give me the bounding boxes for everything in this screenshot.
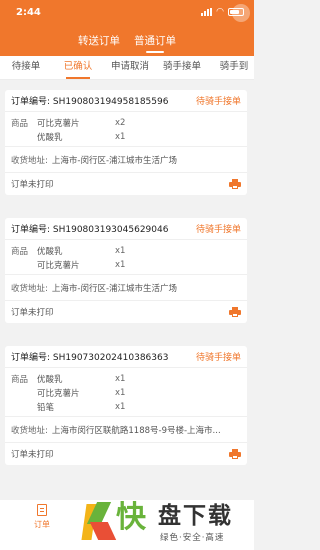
watermark-k-icon: [81, 502, 118, 542]
address-label: 收货地址:: [11, 155, 48, 166]
delivery-address: 收货地址: 上海市闵行区联航路1188号-9号楼-上海市...: [5, 417, 247, 443]
print-status: 订单未打印: [11, 308, 54, 318]
address-value: 上海市闵行区联航路1188号-9号楼-上海市...: [51, 425, 221, 436]
goods-qty: x1: [115, 132, 126, 142]
status-tabs: 待接单 已确认 申请取消 骑手接单 骑手到: [0, 56, 254, 80]
tab-pending[interactable]: 待接单: [0, 56, 52, 79]
goods-row: 商品 可比克薯片 x2: [11, 116, 241, 130]
watermark-slogan: 绿色·安全·高速: [160, 533, 225, 543]
watermark-brand: 盘下载: [158, 503, 233, 529]
mode-tabs: 转送订单 普通订单: [0, 33, 254, 53]
order-header: 订单编号: SH190803193045629046 待骑手接单: [5, 218, 247, 240]
goods-name: 可比克薯片: [37, 261, 80, 271]
tab-confirmed[interactable]: 已确认: [52, 56, 104, 79]
order-status: 待骑手接单: [195, 353, 241, 363]
order-number: 订单编号: SH190803193045629046: [11, 225, 169, 235]
nav-orders[interactable]: 订单: [30, 504, 54, 530]
goods-qty: x1: [115, 388, 126, 398]
order-card[interactable]: 订单编号: SH190803193045629046 待骑手接单 商品 优酸乳 …: [5, 218, 247, 323]
signal-icon: [201, 8, 213, 16]
order-footer: 订单未打印: [5, 301, 247, 323]
goods-row: 铅笔 x1: [11, 400, 241, 414]
watermark-kuai: 快: [116, 500, 146, 535]
watermark-logo: 快 盘下载 绿色·安全·高速: [81, 500, 252, 546]
print-status: 订单未打印: [11, 180, 54, 190]
status-bar: 2:44 ◠: [0, 0, 254, 28]
goods-row: 商品 优酸乳 x1: [11, 244, 241, 258]
goods-name: 优酸乳: [37, 375, 63, 385]
printer-icon[interactable]: [229, 449, 241, 459]
order-card[interactable]: 订单编号: SH190730202410386363 待骑手接单 商品 优酸乳 …: [5, 346, 247, 465]
goods-label: 商品: [11, 247, 29, 257]
assistive-touch-icon[interactable]: [232, 4, 250, 22]
goods-qty: x1: [115, 402, 126, 412]
goods-qty: x1: [115, 374, 126, 384]
order-header: 订单编号: SH190803194958185596 待骑手接单: [5, 90, 247, 112]
goods-row: 优酸乳 x1: [11, 130, 241, 144]
status-time: 2:44: [16, 7, 41, 18]
printer-icon[interactable]: [229, 307, 241, 317]
order-status: 待骑手接单: [195, 225, 241, 235]
goods-label: 商品: [11, 119, 29, 129]
goods-list: 商品 优酸乳 x1 可比克薯片 x1: [5, 240, 247, 275]
order-header: 订单编号: SH190730202410386363 待骑手接单: [5, 346, 247, 368]
goods-qty: x2: [115, 118, 126, 128]
order-footer: 订单未打印: [5, 173, 247, 195]
address-label: 收货地址:: [11, 425, 48, 436]
print-status: 订单未打印: [11, 450, 54, 460]
goods-row: 可比克薯片 x1: [11, 258, 241, 272]
goods-name: 优酸乳: [37, 133, 63, 143]
goods-qty: x1: [115, 246, 126, 256]
goods-name: 优酸乳: [37, 247, 63, 257]
goods-list: 商品 优酸乳 x1 可比克薯片 x1 铅笔 x1: [5, 368, 247, 417]
order-number: 订单编号: SH190803194958185596: [11, 97, 169, 107]
delivery-address: 收货地址: 上海市-闵行区-浦江城市生活广场: [5, 147, 247, 173]
order-doc-icon: [37, 504, 47, 516]
header: 2:44 ◠ 转送订单 普通订单: [0, 0, 254, 56]
goods-label: 商品: [11, 375, 29, 385]
tab-rider-arrived[interactable]: 骑手到: [208, 56, 254, 79]
printer-icon[interactable]: [229, 179, 241, 189]
order-card[interactable]: 订单编号: SH190803194958185596 待骑手接单 商品 可比克薯…: [5, 90, 247, 195]
goods-name: 可比克薯片: [37, 389, 80, 399]
address-value: 上海市-闵行区-浦江城市生活广场: [51, 283, 178, 294]
tab-transfer-orders[interactable]: 转送订单: [78, 33, 120, 53]
order-footer: 订单未打印: [5, 443, 247, 465]
tab-normal-orders[interactable]: 普通订单: [134, 33, 176, 53]
delivery-address: 收货地址: 上海市-闵行区-浦江城市生活广场: [5, 275, 247, 301]
goods-name: 可比克薯片: [37, 119, 80, 129]
tab-rider-accepted[interactable]: 骑手接单: [156, 56, 208, 79]
wifi-icon: ◠: [216, 7, 224, 17]
goods-row: 商品 优酸乳 x1: [11, 372, 241, 386]
goods-name: 铅笔: [37, 403, 55, 413]
order-number: 订单编号: SH190730202410386363: [11, 353, 169, 363]
nav-orders-label: 订单: [34, 520, 50, 529]
order-status: 待骑手接单: [195, 97, 241, 107]
address-label: 收货地址:: [11, 283, 48, 294]
goods-row: 可比克薯片 x1: [11, 386, 241, 400]
goods-list: 商品 可比克薯片 x2 优酸乳 x1: [5, 112, 247, 147]
tab-cancel-request[interactable]: 申请取消: [104, 56, 156, 79]
address-value: 上海市-闵行区-浦江城市生活广场: [51, 155, 178, 166]
goods-qty: x1: [115, 260, 126, 270]
